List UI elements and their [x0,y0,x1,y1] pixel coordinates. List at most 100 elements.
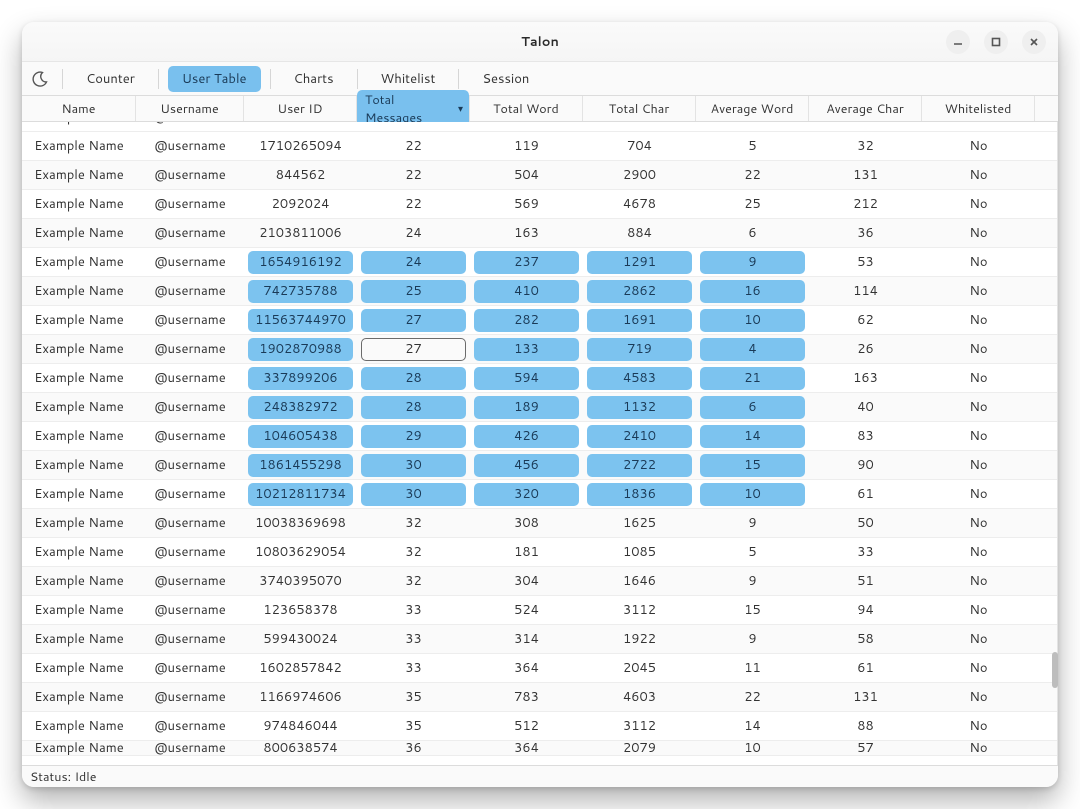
cell[interactable]: 364 [470,741,583,755]
cell[interactable]: 426 [470,422,583,450]
cell[interactable]: 2410 [583,422,696,450]
cell[interactable]: @username [136,712,244,740]
cell[interactable]: 456 [470,451,583,479]
cell[interactable]: 22 [696,161,809,189]
cell[interactable]: 28 [357,364,470,392]
cell[interactable]: 30 [357,480,470,508]
cell[interactable]: 248382972 [244,393,357,421]
cell[interactable]: 1085 [583,538,696,566]
cell[interactable]: 61 [809,480,922,508]
cell[interactable]: Example Name [22,509,136,537]
cell[interactable]: 24 [357,219,470,247]
cell[interactable]: Example Name [22,625,136,653]
cell[interactable]: 2900 [583,161,696,189]
cell[interactable]: 32 [357,509,470,537]
cell[interactable]: 783 [470,683,583,711]
table-row[interactable]: Example Name@username1021281173430320183… [22,480,1058,509]
cell[interactable]: @username [136,161,244,189]
table-row[interactable]: Example Name@username3378992062859445832… [22,364,1058,393]
cell[interactable]: No [922,306,1035,334]
cell[interactable]: 83 [809,422,922,450]
cell[interactable]: @username [136,190,244,218]
cell[interactable]: 24 [357,248,470,276]
cell[interactable]: 512 [470,712,583,740]
cell[interactable]: No [922,277,1035,305]
cell[interactable]: 22 [357,132,470,160]
cell[interactable]: Example Name [22,683,136,711]
cell[interactable]: 35 [357,683,470,711]
cell[interactable]: @username [136,654,244,682]
cell[interactable]: 133 [470,335,583,363]
cell[interactable]: 10038369698 [244,509,357,537]
cell[interactable]: 33 [809,538,922,566]
cell[interactable]: 364 [470,654,583,682]
cell[interactable]: @username [136,596,244,624]
cell[interactable]: 53 [809,248,922,276]
cell[interactable]: 25 [357,277,470,305]
column-header-total-char[interactable]: Total Char [583,96,696,121]
cell[interactable]: Example Name [22,190,136,218]
cell[interactable]: 4583 [583,364,696,392]
table-row[interactable]: Example Name@username1003836969832308162… [22,509,1058,538]
cell[interactable]: 2722 [583,451,696,479]
tab-user-table[interactable]: User Table [168,66,261,92]
cell[interactable]: 163 [470,219,583,247]
cell[interactable]: 33 [357,654,470,682]
cell[interactable]: @username [136,480,244,508]
cell[interactable]: 3112 [583,596,696,624]
cell[interactable]: 10803629054 [244,538,357,566]
tab-session[interactable]: Session [468,66,543,92]
table-row[interactable]: Example Name@username2103811006241638846… [22,219,1058,248]
cell[interactable]: 123658378 [244,596,357,624]
cell[interactable]: @username [136,683,244,711]
cell[interactable]: 1922 [583,625,696,653]
cell[interactable]: Example Name [22,567,136,595]
cell[interactable]: 4 [696,335,809,363]
cell[interactable]: Example Name [22,596,136,624]
cell[interactable]: 5 [696,538,809,566]
table-row[interactable]: Example Name@username7427357882541028621… [22,277,1058,306]
cell[interactable]: Example Name [22,393,136,421]
column-header-username[interactable]: Username [136,96,244,121]
cell[interactable]: 32 [357,538,470,566]
cell[interactable]: 3112 [583,712,696,740]
cell[interactable]: 1836 [583,480,696,508]
cell[interactable]: Example Name [22,741,136,755]
cell[interactable]: Example Name [22,306,136,334]
cell[interactable]: No [922,422,1035,450]
column-header-average-char[interactable]: Average Char [809,96,922,121]
cell[interactable]: 1654916192 [244,248,357,276]
table-row[interactable]: Example Name@username1236583783352431121… [22,596,1058,625]
cell[interactable]: 9 [696,509,809,537]
table-row[interactable]: Example Name@username1654916192242371291… [22,248,1058,277]
cell[interactable]: 1625 [583,509,696,537]
cell[interactable]: Example Name [22,277,136,305]
cell[interactable]: 844562 [244,161,357,189]
cell[interactable]: 22 [357,161,470,189]
cell[interactable]: 22 [696,683,809,711]
cell[interactable]: 884 [583,219,696,247]
cell[interactable]: 1902870988 [244,335,357,363]
cell[interactable]: 4603 [583,683,696,711]
cell[interactable]: 524 [470,596,583,624]
table-row[interactable]: Example Name@username1710265094221197045… [22,132,1058,161]
cell[interactable]: No [922,538,1035,566]
cell[interactable]: No [922,190,1035,218]
table-row[interactable]: Example Name@username1046054382942624101… [22,422,1058,451]
cell[interactable]: 1646 [583,567,696,595]
cell[interactable]: @username [136,364,244,392]
cell[interactable]: 88 [809,712,922,740]
cell[interactable]: 36 [809,219,922,247]
cell[interactable]: 308 [470,509,583,537]
table-row[interactable]: Example Name@username2483829722818911326… [22,393,1058,422]
cell[interactable]: 61 [809,654,922,682]
cell[interactable]: @username [136,248,244,276]
tab-charts[interactable]: Charts [280,66,348,92]
cell[interactable]: 163 [809,364,922,392]
cell[interactable]: 114 [809,277,922,305]
cell[interactable]: 119 [470,132,583,160]
cell[interactable]: 320 [470,480,583,508]
maximize-button[interactable] [984,30,1008,54]
cell[interactable]: 212 [809,190,922,218]
close-button[interactable] [1022,30,1046,54]
